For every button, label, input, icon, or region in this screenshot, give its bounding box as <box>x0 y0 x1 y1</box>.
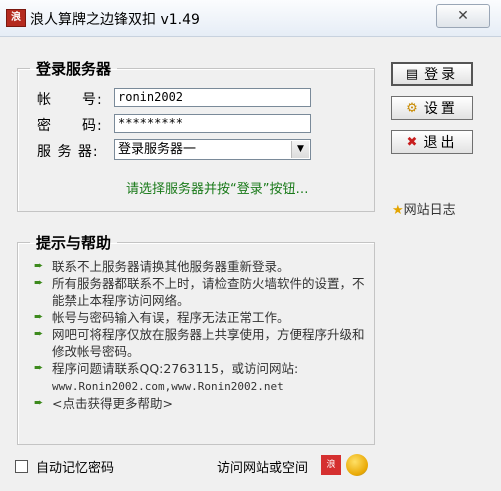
help-item: ➨ 网吧可将程序仅放在服务器上共享使用，方便程序升级和修改帐号密码。 <box>34 326 369 360</box>
bullet-arrow-icon: ➨ <box>34 276 44 289</box>
help-item-text: 帐号与密码输入有误，程序无法正常工作。 <box>52 310 290 325</box>
help-group-title: 提示与帮助 <box>36 234 112 252</box>
help-item: ➨ 程序问题请联系QQ:2763115，或访问网站: www.Ronin2002… <box>34 360 369 395</box>
help-websites[interactable]: www.Ronin2002.com,www.Ronin2002.net <box>52 380 284 393</box>
bullet-arrow-icon: ➨ <box>34 396 44 409</box>
server-label: 服 务 器: <box>37 144 99 160</box>
help-more-link[interactable]: ➨ <点击获得更多帮助> <box>34 395 369 412</box>
help-item-text: 联系不上服务器请换其他服务器重新登录。 <box>52 259 290 274</box>
exit-button[interactable]: ✖ 退出 <box>391 130 473 154</box>
title-bar: 浪 浪人算牌之边锋双扣 v1.49 ✕ <box>0 0 501 37</box>
server-selected-value: 登录服务器一 <box>118 142 197 157</box>
login-group-title: 登录服务器 <box>36 60 112 78</box>
exit-button-label: 退出 <box>423 135 458 151</box>
visit-site-label: 访问网站或空间 <box>217 461 309 476</box>
help-item-text: 所有服务器都联系不上时，请检查防火墙软件的设置，不能禁止本程序访问网络。 <box>52 276 365 308</box>
space-icon[interactable] <box>346 454 368 476</box>
help-item-text: 程序问题请联系QQ:2763115，或访问网站: <box>52 361 299 376</box>
password-input[interactable]: ********* <box>114 114 311 133</box>
remember-password-checkbox[interactable]: 自动记忆密码 <box>15 457 114 476</box>
exit-icon: ✖ <box>406 134 418 150</box>
help-item: ➨ 所有服务器都联系不上时，请检查防火墙软件的设置，不能禁止本程序访问网络。 <box>34 275 369 309</box>
settings-button-label: 设置 <box>423 101 458 117</box>
login-icon: ▤ <box>405 66 419 82</box>
login-hint: 请选择服务器并按“登录”按钮… <box>126 182 309 197</box>
settings-button[interactable]: ⚙ 设置 <box>391 96 473 120</box>
bullet-arrow-icon: ➨ <box>34 259 44 272</box>
bullet-arrow-icon: ➨ <box>34 310 44 323</box>
checkbox[interactable] <box>15 460 28 473</box>
star-icon: ★ <box>392 203 404 218</box>
news-link[interactable]: ★网站日志 <box>392 199 456 218</box>
settings-icon: ⚙ <box>406 100 418 116</box>
bullet-arrow-icon: ➨ <box>34 361 44 374</box>
window-title: 浪人算牌之边锋双扣 v1.49 <box>30 12 200 28</box>
close-icon: ✕ <box>457 8 469 24</box>
news-link-label: 网站日志 <box>403 203 456 218</box>
account-input[interactable]: ronin2002 <box>114 88 311 107</box>
help-item: ➨ 帐号与密码输入有误，程序无法正常工作。 <box>34 309 369 326</box>
bullet-arrow-icon: ➨ <box>34 327 44 340</box>
chevron-down-icon[interactable]: ▼ <box>291 141 309 158</box>
server-select[interactable]: 登录服务器一 ▼ <box>114 139 311 160</box>
close-button[interactable]: ✕ <box>436 4 490 28</box>
help-item-text: 网吧可将程序仅放在服务器上共享使用，方便程序升级和修改帐号密码。 <box>52 327 365 359</box>
login-button[interactable]: ▤ 登录 <box>391 62 473 86</box>
help-more-link-text[interactable]: <点击获得更多帮助> <box>52 396 173 411</box>
site-icon[interactable]: 浪 <box>321 455 341 475</box>
account-label: 帐 号: <box>37 92 103 108</box>
help-list: ➨ 联系不上服务器请换其他服务器重新登录。 ➨ 所有服务器都联系不上时，请检查防… <box>34 258 369 412</box>
app-icon: 浪 <box>6 9 26 27</box>
login-button-label: 登录 <box>424 67 459 83</box>
password-label: 密 码: <box>37 118 103 134</box>
remember-password-label: 自动记忆密码 <box>36 461 115 476</box>
help-item: ➨ 联系不上服务器请换其他服务器重新登录。 <box>34 258 369 275</box>
